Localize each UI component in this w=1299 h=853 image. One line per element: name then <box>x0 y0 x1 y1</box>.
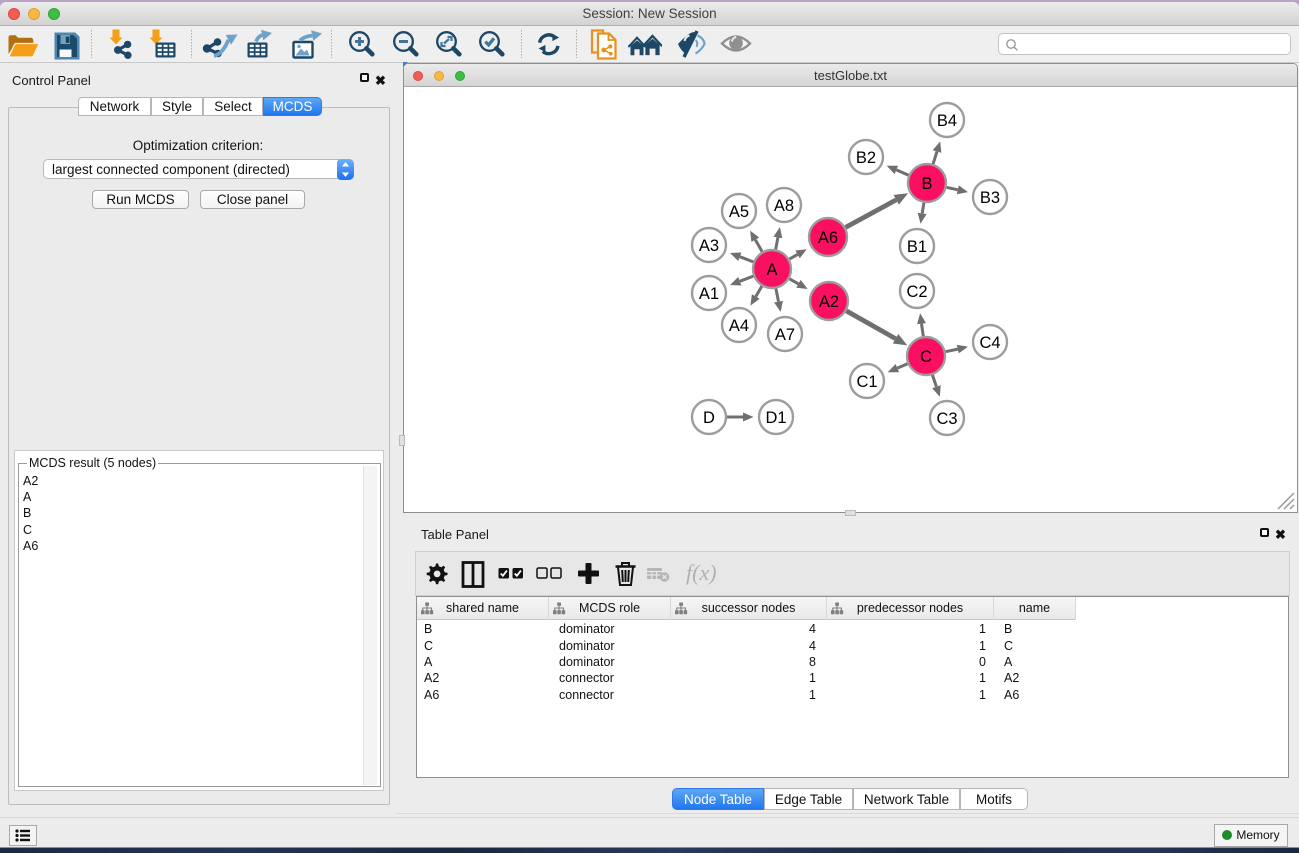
svg-text:A2: A2 <box>819 293 839 311</box>
svg-text:C2: C2 <box>906 283 927 301</box>
svg-text:B2: B2 <box>856 149 876 167</box>
svg-text:A8: A8 <box>774 197 794 215</box>
svg-text:B3: B3 <box>980 189 1000 207</box>
svg-text:A5: A5 <box>729 203 749 221</box>
svg-text:C4: C4 <box>979 334 1000 352</box>
svg-text:D1: D1 <box>765 409 786 427</box>
svg-text:A7: A7 <box>775 326 795 344</box>
svg-text:C: C <box>920 348 932 366</box>
svg-text:D: D <box>703 409 715 427</box>
svg-text:B4: B4 <box>937 112 957 130</box>
svg-text:C1: C1 <box>856 373 877 391</box>
svg-text:C3: C3 <box>936 410 957 428</box>
svg-text:A4: A4 <box>729 317 749 335</box>
svg-text:A3: A3 <box>699 237 719 255</box>
svg-text:A1: A1 <box>699 285 719 303</box>
svg-text:B1: B1 <box>907 238 927 256</box>
svg-text:B: B <box>921 175 932 193</box>
svg-text:A6: A6 <box>818 229 838 247</box>
svg-text:A: A <box>766 261 777 279</box>
